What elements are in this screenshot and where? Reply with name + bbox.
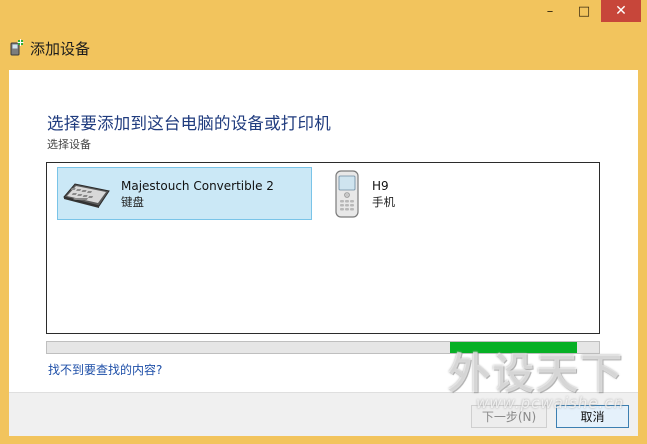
window-controls: – □ ✕: [533, 0, 641, 28]
device-list[interactable]: Majestouch Convertible 2 键盘 H9 手机: [46, 162, 600, 334]
dialog-title: 添加设备: [30, 39, 91, 58]
progress-indicator: [449, 342, 577, 353]
dialog-window: – □ ✕ 添加设备 选择要添加到这台电脑的设备或打印机 选择设备 Majest…: [0, 0, 647, 444]
search-progress-bar: [46, 341, 600, 354]
minimize-button[interactable]: –: [533, 0, 567, 22]
next-button[interactable]: 下一步(N): [471, 405, 547, 428]
maximize-button[interactable]: □: [567, 0, 601, 22]
add-device-icon: [10, 39, 24, 56]
device-item-phone[interactable]: H9 手机: [329, 167, 559, 220]
cancel-button[interactable]: 取消: [556, 405, 629, 428]
phone-icon: [335, 169, 359, 218]
device-name: H9: [372, 178, 389, 193]
device-text: Majestouch Convertible 2 键盘: [121, 178, 274, 210]
page-heading: 选择要添加到这台电脑的设备或打印机: [47, 114, 331, 133]
select-device-label: 选择设备: [47, 138, 91, 151]
help-link[interactable]: 找不到要查找的内容?: [48, 361, 162, 378]
device-type: 键盘: [121, 194, 144, 209]
device-name: Majestouch Convertible 2: [121, 178, 274, 193]
keyboard-icon: [63, 182, 110, 208]
device-text: H9 手机: [372, 178, 395, 210]
dialog-content: 选择要添加到这台电脑的设备或打印机 选择设备 Majestouch Conver…: [9, 70, 638, 392]
close-button[interactable]: ✕: [601, 0, 641, 22]
dialog-footer: 下一步(N) 取消: [9, 392, 638, 436]
dialog-title-bar: 添加设备: [8, 36, 90, 60]
device-type: 手机: [372, 194, 395, 209]
device-item-keyboard[interactable]: Majestouch Convertible 2 键盘: [57, 167, 312, 220]
